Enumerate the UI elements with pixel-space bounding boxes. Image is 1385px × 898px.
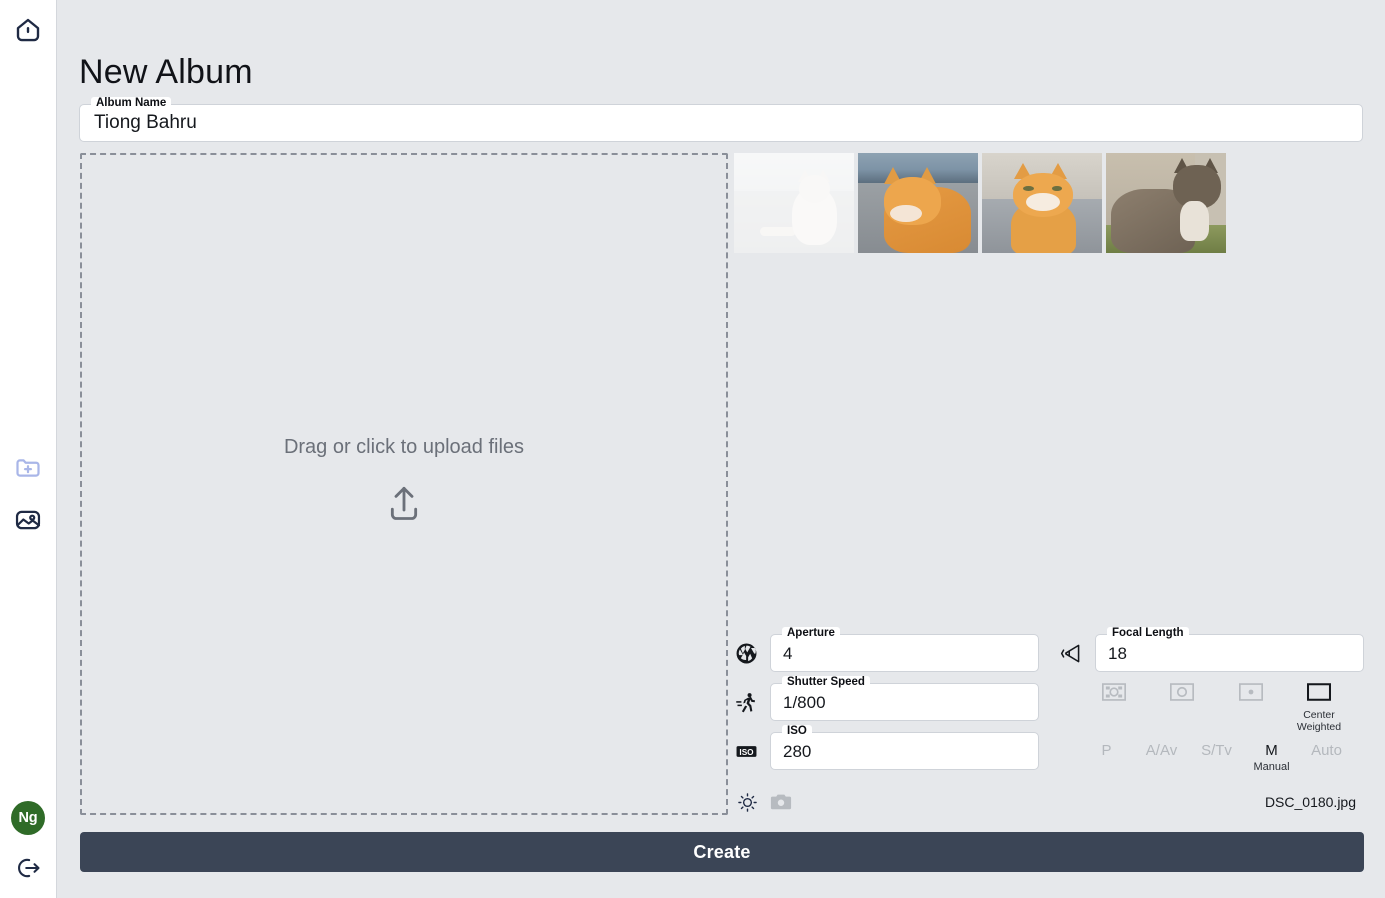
aperture-label: Aperture [782,627,840,640]
average-metering-icon [1170,683,1195,706]
right-panel: Aperture 4 Shutter Speed 1/800 ISO ISO 2… [734,153,1364,815]
metering-mode-average[interactable]: Average [1151,683,1213,706]
sidebar-item-logout[interactable] [10,852,46,888]
dropzone-label: Drag or click to upload files [283,436,525,458]
thumbnail-image [1106,153,1226,253]
camera-icon[interactable] [768,789,794,815]
thumbnail-item[interactable] [858,153,978,253]
album-name-input[interactable]: Tiong Bahru [80,105,1362,141]
thumbnail-item[interactable] [1106,153,1226,253]
svg-text:ISO: ISO [739,747,754,756]
exposure-mode-a-av[interactable]: A/Av Aperture Priority [1134,741,1189,760]
metering-mode-matrix[interactable]: Matrix [1083,683,1145,706]
exif-footer: DSC_0180.jpg [734,789,1364,815]
logout-icon [14,854,42,887]
metering-mode-group: Matrix Average [1059,683,1364,733]
exposure-mode-p[interactable]: P Program [1079,741,1134,760]
image-icon [14,506,42,539]
sidebar-item-home[interactable] [10,14,46,50]
home-icon [13,15,43,50]
album-name-label: Album Name [91,97,172,110]
sidebar: Ng [0,0,57,898]
main-content: New Album Album Name Tiong Bahru Drag or… [57,0,1385,898]
exposure-mode-key: M [1265,742,1278,759]
matrix-metering-icon [1101,683,1127,706]
filename-label: DSC_0180.jpg [1264,794,1356,810]
thumbnail-strip [734,153,1364,253]
iso-icon: ISO [734,739,759,764]
iso-label: ISO [782,725,812,738]
shutter-speed-row: Shutter Speed 1/800 [734,676,1039,722]
shutter-speed-input[interactable]: 1/800 [771,684,1038,722]
thumbnail-image [858,153,978,253]
sidebar-item-gallery[interactable] [10,504,46,540]
upload-icon [384,483,424,532]
iso-field[interactable]: ISO 280 [770,725,1039,771]
exposure-mode-sub: Manual [1253,761,1290,773]
thumbnail-image [734,153,854,253]
app-window: Ng New Album Album Name Tiong Bahru Drag… [0,0,1385,898]
page-title: New Album [79,52,253,91]
lens-icon [1059,641,1084,666]
exposure-mode-key: Auto [1311,742,1342,759]
thumbnail-item[interactable] [982,153,1102,253]
iso-input[interactable]: 280 [771,733,1038,771]
aperture-row: Aperture 4 [734,627,1039,673]
exif-left-column: Aperture 4 Shutter Speed 1/800 ISO ISO 2… [734,627,1039,781]
spot-metering-icon [1238,683,1263,706]
shutter-speed-field[interactable]: Shutter Speed 1/800 [770,676,1039,722]
upload-dropzone[interactable]: Drag or click to upload files [80,153,728,815]
exif-panel: Aperture 4 Shutter Speed 1/800 ISO ISO 2… [734,627,1364,815]
exposure-mode-key: P [1101,742,1112,759]
brightness-icon[interactable] [734,789,760,815]
focal-length-input[interactable]: 18 [1096,635,1363,673]
aperture-input[interactable]: 4 [771,635,1038,673]
thumbnail-image [982,153,1102,253]
exif-right-column: Focal Length 18 Center Weighted P A/Av S… [1059,627,1364,774]
focal-length-field[interactable]: Focal Length 18 [1095,627,1364,673]
metering-mode-center-weighted[interactable]: Center Weighted [1288,683,1350,733]
center-weighted-metering-icon [1306,683,1331,706]
sidebar-item-new-album[interactable] [10,452,46,488]
running-person-icon [734,690,759,715]
iso-row: ISO ISO 280 [734,725,1039,771]
exposure-mode-key: A/Av [1145,742,1178,759]
exposure-mode-m[interactable]: M Manual [1244,741,1299,774]
aperture-icon [734,641,759,666]
metering-mode-label: Center Weighted [1296,709,1342,733]
exposure-mode-auto[interactable]: Auto Auto [1299,741,1354,760]
focal-length-label: Focal Length [1107,627,1189,640]
thumbnail-item[interactable] [734,153,854,253]
shutter-speed-label: Shutter Speed [782,676,870,689]
exposure-mode-group: P Program A/Av Aperture Priority S/Tv Sh… [1059,733,1364,774]
folder-plus-icon [14,454,42,487]
exposure-mode-s-tv[interactable]: S/Tv Shutter Priority [1189,741,1244,760]
album-name-field[interactable]: Album Name Tiong Bahru [79,97,1363,142]
aperture-field[interactable]: Aperture 4 [770,627,1039,673]
create-button[interactable]: Create [80,832,1364,872]
exposure-mode-key: S/Tv [1201,742,1232,759]
avatar-initials: Ng [11,801,45,835]
metering-mode-spot[interactable]: Spot [1220,683,1282,706]
avatar[interactable]: Ng [10,800,46,836]
focal-length-row: Focal Length 18 [1059,627,1364,673]
